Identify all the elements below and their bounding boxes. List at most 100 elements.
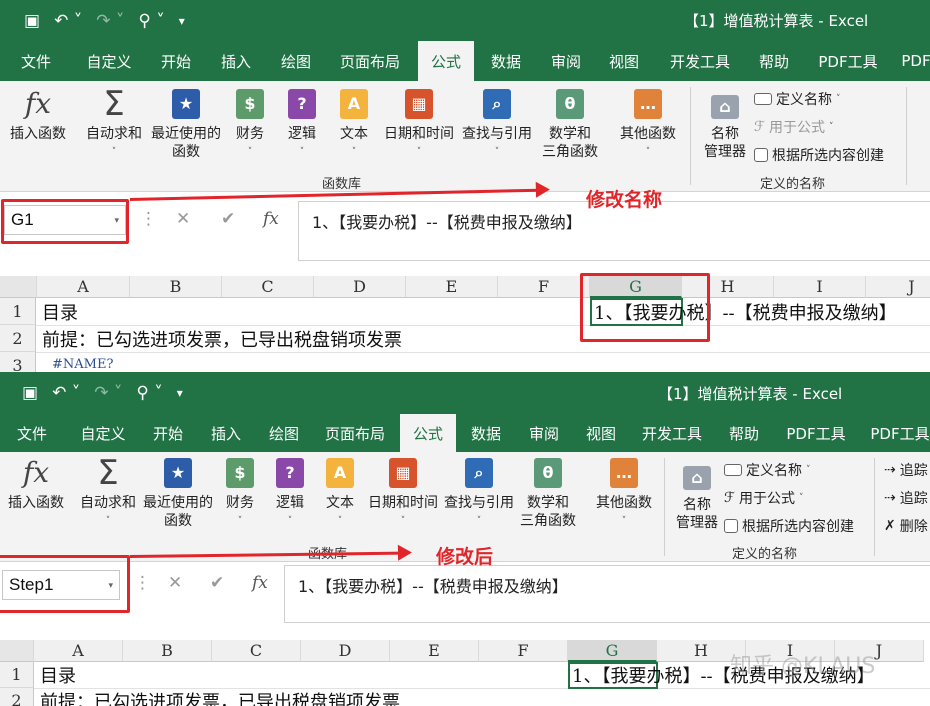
tab-view[interactable]: 视图 [575,414,627,452]
logical-button[interactable]: ? 逻辑 ˅ [276,458,304,530]
row-header[interactable]: 1 [0,662,34,688]
tab-pdf-tools-2[interactable]: PDF工具 [864,414,930,452]
save-icon[interactable]: ▣ [22,383,38,403]
date-time-button[interactable]: ▦ 日期和时间 ˅ [368,458,438,530]
more-functions-button[interactable]: … 其他函数 ˅ [620,89,676,161]
select-all[interactable] [0,640,34,662]
financial-button[interactable]: $ 财务 ˅ [226,458,254,530]
trace-precedents-button[interactable]: ⇢ 追踪 [884,460,928,480]
text-button[interactable]: A 文本 ˅ [326,458,354,530]
tab-pdf-tools-2[interactable]: PDF [896,41,930,81]
math-trig-button[interactable]: θ 数学和 三角函数 [520,458,576,530]
logical-button[interactable]: ? 逻辑 ˅ [288,89,316,161]
touch-mode-icon[interactable]: ⚲ ˅ [136,383,162,403]
create-from-selection-button[interactable]: 根据所选内容创建 [724,516,854,536]
math-trig-button[interactable]: θ 数学和 三角函数 [542,89,598,161]
insert-function-icon[interactable]: fx [263,209,279,229]
row-header[interactable]: 3 [0,352,36,372]
create-from-selection-button[interactable]: 根据所选内容创建 [754,145,884,165]
enter-icon[interactable]: ✔ [221,209,235,229]
trace-dependents-button[interactable]: ⇢ 追踪 [884,488,928,508]
column-header[interactable]: E [390,640,479,662]
undo-icon[interactable]: ↶ ˅ [52,383,80,403]
column-header[interactable]: F [498,276,590,298]
tab-developer[interactable]: 开发工具 [664,41,736,81]
tab-data[interactable]: 数据 [480,41,532,81]
tab-review[interactable]: 审阅 [518,414,570,452]
touch-mode-icon[interactable]: ⚲ ˅ [138,11,164,31]
undo-icon[interactable]: ↶ ˅ [54,11,82,31]
date-time-button[interactable]: ▦ 日期和时间 ˅ [384,89,454,161]
row-header[interactable]: 2 [0,325,36,352]
recently-used-button[interactable]: ★ 最近使用的 函数 [151,89,221,161]
use-in-formula-button[interactable]: ℱ 用于公式 ˅ [754,117,834,137]
column-header[interactable]: C [212,640,301,662]
tab-custom[interactable]: 自定义 [74,414,132,452]
tab-file[interactable]: 文件 [6,414,58,452]
tab-file[interactable]: 文件 [10,41,62,81]
select-all[interactable] [0,276,37,298]
insert-function-button[interactable]: fx 插入函数 [10,89,66,143]
column-header[interactable]: J [866,276,930,298]
name-manager-button[interactable]: ⌂ 名称 管理器 [704,95,746,161]
column-header[interactable]: B [130,276,222,298]
define-name-button[interactable]: 定义名称 ˅ [724,460,811,480]
autosum-button[interactable]: Σ 自动求和 ˅ [86,87,142,161]
text-button[interactable]: A 文本 ˅ [340,89,368,161]
financial-button[interactable]: $ 财务 ˅ [236,89,264,161]
tab-draw[interactable]: 绘图 [270,41,322,81]
cell-a1[interactable]: 目录 [40,662,76,688]
tab-insert[interactable]: 插入 [210,41,262,81]
remove-arrows-button[interactable]: ✗ 删除 [884,516,928,536]
column-header[interactable]: C [222,276,314,298]
customize-icon[interactable]: ▾ [177,386,183,400]
redo-icon[interactable]: ↷ ˅ [94,383,122,403]
lookup-reference-button[interactable]: ⌕ 查找与引用 ˅ [444,458,514,530]
customize-icon[interactable]: ▾ [179,14,185,28]
tab-formulas[interactable]: 公式 [418,41,474,81]
tab-page-layout[interactable]: 页面布局 [333,41,407,81]
cell-a3[interactable]: #NAME? [52,356,113,372]
enter-icon[interactable]: ✔ [210,573,224,593]
column-header[interactable]: I [774,276,866,298]
row-header[interactable]: 1 [0,298,36,325]
tab-custom[interactable]: 自定义 [80,41,138,81]
column-header[interactable]: D [301,640,390,662]
column-header[interactable]: A [37,276,130,298]
cell-a2[interactable]: 前提：已勾选进项发票，已导出税盘销项发票 [40,688,400,706]
insert-function-button[interactable]: fx 插入函数 [8,458,64,512]
more-functions-button[interactable]: … 其他函数 ˅ [596,458,652,530]
redo-icon[interactable]: ↷ ˅ [96,11,124,31]
column-header[interactable]: F [479,640,568,662]
tab-page-layout[interactable]: 页面布局 [318,414,392,452]
cancel-icon[interactable]: ✕ [176,209,190,229]
recently-used-button[interactable]: ★ 最近使用的 函数 [143,458,213,530]
tab-pdf-tools[interactable]: PDF工具 [812,41,884,81]
tab-home[interactable]: 开始 [150,41,202,81]
tab-developer[interactable]: 开发工具 [636,414,708,452]
column-header[interactable]: A [34,640,123,662]
lookup-reference-button[interactable]: ⌕ 查找与引用 ˅ [462,89,532,161]
define-name-button[interactable]: 定义名称 ˅ [754,89,841,109]
row-header[interactable]: 2 [0,688,34,706]
column-header[interactable]: D [314,276,406,298]
cancel-icon[interactable]: ✕ [168,573,182,593]
tab-review[interactable]: 审阅 [540,41,592,81]
cell-a2[interactable]: 前提：已勾选进项发票，已导出税盘销项发票 [42,325,402,352]
insert-function-icon[interactable]: fx [252,573,268,593]
use-in-formula-button[interactable]: ℱ 用于公式 ˅ [724,488,804,508]
cell-a1[interactable]: 目录 [42,298,78,325]
column-header[interactable]: E [406,276,498,298]
tab-help[interactable]: 帮助 [748,41,800,81]
column-header[interactable]: B [123,640,212,662]
tab-draw[interactable]: 绘图 [258,414,310,452]
tab-data[interactable]: 数据 [460,414,512,452]
save-icon[interactable]: ▣ [24,11,40,31]
autosum-button[interactable]: Σ 自动求和 ˅ [80,456,136,530]
tab-help[interactable]: 帮助 [718,414,770,452]
name-manager-button[interactable]: ⌂ 名称 管理器 [676,466,718,532]
tab-pdf-tools[interactable]: PDF工具 [780,414,852,452]
tab-view[interactable]: 视图 [598,41,650,81]
tab-home[interactable]: 开始 [142,414,194,452]
tab-formulas[interactable]: 公式 [400,414,456,452]
